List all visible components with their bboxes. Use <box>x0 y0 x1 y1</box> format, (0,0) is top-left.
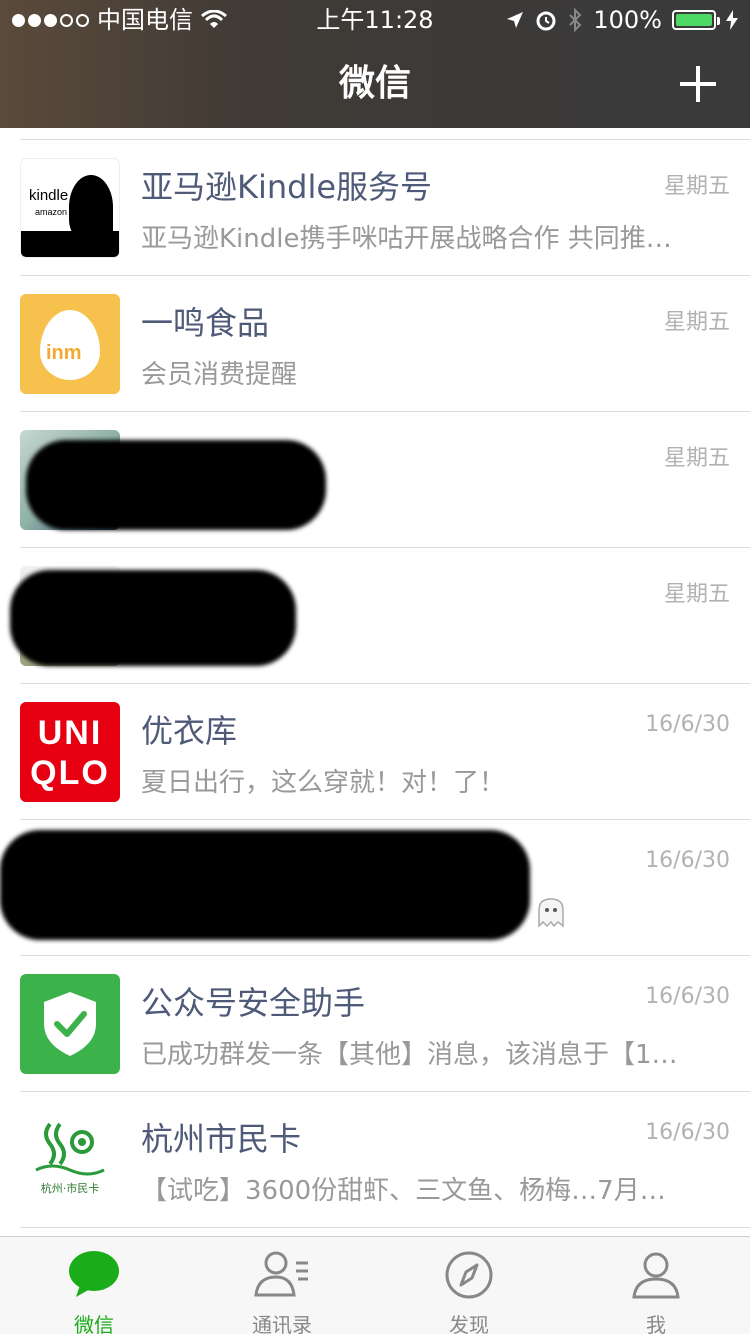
chat-time: 16/6/30 <box>645 848 730 873</box>
alarm-icon <box>536 11 556 31</box>
shield-check-icon <box>44 992 96 1056</box>
chat-name: 公众号安全助手 <box>141 984 366 1022</box>
tab-bar: 微信 通讯录 发现 我 <box>0 1236 750 1337</box>
tab-chats[interactable]: 微信 <box>0 1237 188 1337</box>
charging-bolt-icon <box>726 10 738 30</box>
bluetooth-icon <box>569 8 582 32</box>
redaction-mark <box>10 570 296 666</box>
chat-name: 亚马逊Kindle服务号 <box>141 168 433 206</box>
person-icon <box>632 1252 680 1299</box>
security-assistant-avatar <box>20 974 120 1074</box>
redaction-mark <box>0 830 530 940</box>
avatar-subtext: amazon <box>35 207 68 217</box>
battery-icon <box>672 10 720 30</box>
tab-contacts[interactable]: 通讯录 <box>188 1237 376 1337</box>
chat-time: 星期五 <box>663 446 730 471</box>
ghost-emoji-icon <box>538 898 564 928</box>
chat-row-redacted-2[interactable]: 星期五 <box>10 548 750 684</box>
chat-preview: 会员消费提醒 <box>141 360 298 390</box>
avatar-text: kindle <box>29 187 69 204</box>
chat-time: 星期五 <box>663 310 730 335</box>
chat-bubble-icon <box>69 1251 119 1297</box>
chat-row-redacted-3[interactable]: 16/6/30 <box>0 820 750 956</box>
chat-preview: 已成功群发一条【其他】消息，该消息于【1… <box>141 1040 678 1070</box>
tab-me[interactable]: 我 <box>562 1237 750 1337</box>
chat-row-security-assistant[interactable]: 公众号安全助手 已成功群发一条【其他】消息，该消息于【1… 16/6/30 <box>20 956 750 1092</box>
chat-row-redacted-1[interactable]: 星期五 <box>20 412 750 548</box>
status-bar: 中国电信 上午11:28 100% <box>0 0 750 40</box>
chat-preview: 【试吃】3600份甜虾、三文鱼、杨梅…7月… <box>141 1176 666 1206</box>
chat-row-hangzhou-citizen-card[interactable]: 杭州·市民卡 杭州市民卡 【试吃】3600份甜虾、三文鱼、杨梅…7月… 16/6… <box>20 1092 750 1228</box>
chat-time: 16/6/30 <box>645 712 730 737</box>
kindle-avatar: kindle amazon <box>20 158 120 258</box>
avatar-text: inm <box>46 342 82 364</box>
contacts-icon <box>254 1251 308 1297</box>
battery-percent: 100% <box>593 6 662 34</box>
hangzhou-logo-icon <box>35 1122 105 1176</box>
chat-name: 一鸣食品 <box>141 304 270 342</box>
redaction-mark <box>26 440 326 530</box>
tab-discover[interactable]: 发现 <box>375 1237 563 1337</box>
chat-row-yiming[interactable]: inm 一鸣食品 会员消费提醒 星期五 <box>20 276 750 412</box>
location-arrow-icon <box>507 12 524 28</box>
compass-icon <box>445 1251 493 1299</box>
top-bar: 中国电信 上午11:28 100% 微信 <box>0 0 750 128</box>
chat-time: 16/6/30 <box>645 984 730 1009</box>
chat-name: 杭州市民卡 <box>141 1120 302 1158</box>
chat-row-kindle[interactable]: kindle amazon 亚马逊Kindle服务号 亚马逊Kindle携手咪咕… <box>20 140 750 276</box>
chat-list[interactable]: kindle amazon 亚马逊Kindle服务号 亚马逊Kindle携手咪咕… <box>0 128 750 1232</box>
chat-preview: 亚马逊Kindle携手咪咕开展战略合作 共同推… <box>141 224 672 254</box>
page-title: 微信 <box>338 63 411 104</box>
chat-time: 星期五 <box>663 582 730 607</box>
uniqlo-avatar: UNI QLO <box>20 702 120 802</box>
chat-time: 星期五 <box>663 174 730 199</box>
yiming-avatar: inm <box>20 294 120 394</box>
chat-preview: 夏日出行，这么穿就！对！了！ <box>141 768 506 798</box>
add-plus-button[interactable] <box>680 66 716 102</box>
chat-row-uniqlo[interactable]: UNI QLO 优衣库 夏日出行，这么穿就！对！了！ 16/6/30 <box>20 684 750 820</box>
chat-name: 优衣库 <box>141 712 238 750</box>
chat-time: 16/6/30 <box>645 1120 730 1145</box>
hangzhou-citizen-card-avatar: 杭州·市民卡 <box>20 1110 120 1210</box>
